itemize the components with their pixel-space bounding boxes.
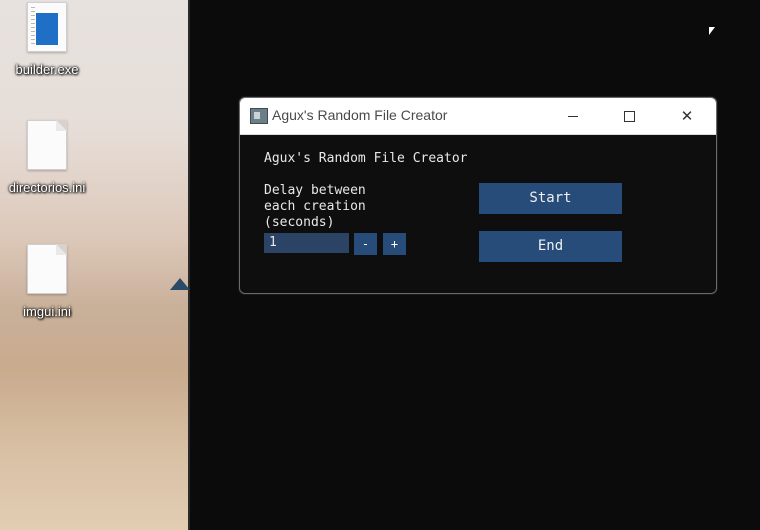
app-heading: Agux's Random File Creator bbox=[264, 151, 468, 166]
title-bar[interactable]: Agux's Random File Creator ✕ bbox=[240, 98, 716, 135]
delay-label-line: each creation bbox=[264, 199, 366, 214]
delay-label: Delay between each creation (seconds) bbox=[264, 183, 394, 231]
desktop-icon-label: imgui.ini bbox=[23, 304, 71, 319]
decrement-button[interactable]: - bbox=[354, 233, 377, 255]
maximize-button[interactable] bbox=[606, 98, 652, 134]
maximize-icon bbox=[623, 110, 635, 122]
window-title: Agux's Random File Creator bbox=[272, 107, 448, 123]
mouse-cursor-icon bbox=[709, 27, 715, 35]
end-button[interactable]: End bbox=[479, 231, 622, 262]
desktop-icon-builder[interactable]: builder.exe bbox=[0, 0, 97, 77]
app-icon bbox=[250, 108, 268, 124]
wallpaper-edge bbox=[188, 0, 190, 530]
increment-button[interactable]: + bbox=[383, 233, 406, 255]
delay-label-line: Delay between bbox=[264, 183, 366, 198]
start-button[interactable]: Start bbox=[479, 183, 622, 214]
desktop-icon-label: builder.exe bbox=[15, 62, 79, 77]
desktop-icon-label: directorios.ini bbox=[8, 180, 86, 195]
desktop-icon-directorios[interactable]: directorios.ini bbox=[0, 120, 97, 195]
wallpaper-mountain bbox=[170, 278, 190, 290]
ini-file-icon bbox=[27, 120, 67, 170]
delay-label-line: (seconds) bbox=[264, 215, 335, 230]
app-window: Agux's Random File Creator ✕ Agux's Rand… bbox=[239, 97, 717, 294]
close-icon: ✕ bbox=[680, 106, 694, 125]
desktop-icon-imgui[interactable]: imgui.ini bbox=[0, 244, 97, 319]
delay-input[interactable]: 1 bbox=[264, 233, 349, 253]
minimize-button[interactable] bbox=[550, 98, 596, 134]
ini-file-icon bbox=[27, 244, 67, 294]
close-button[interactable]: ✕ bbox=[664, 98, 710, 134]
minimize-icon bbox=[568, 115, 578, 117]
exe-file-icon bbox=[27, 2, 67, 52]
